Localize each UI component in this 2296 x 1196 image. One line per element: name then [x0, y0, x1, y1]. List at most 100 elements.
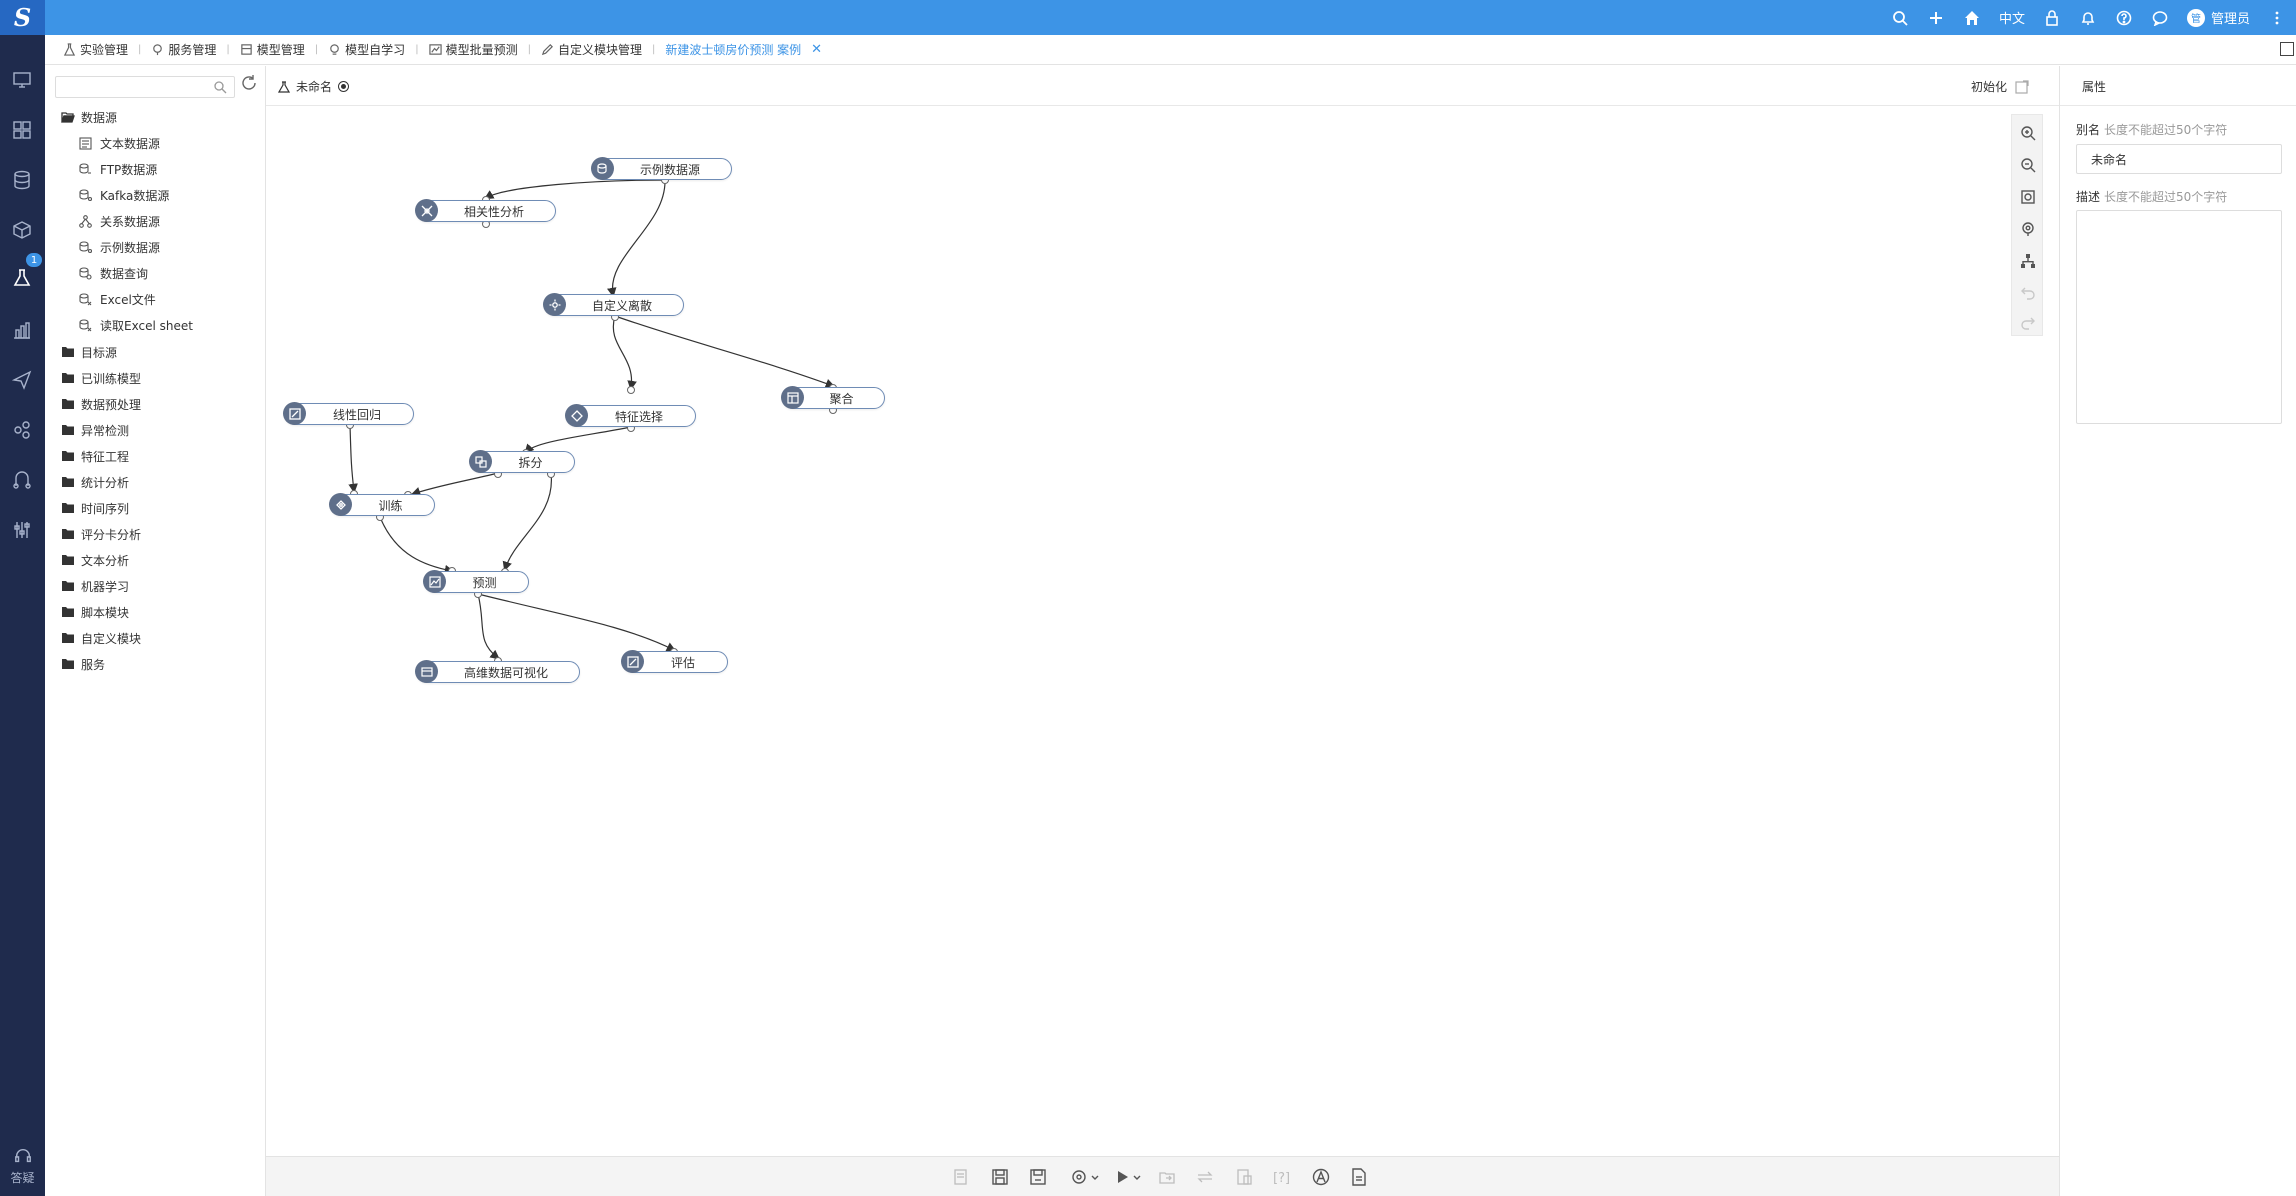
cube-icon[interactable] — [9, 217, 35, 243]
tree-item-sample-source[interactable]: 示例数据源 — [79, 236, 160, 258]
document-icon[interactable] — [1350, 1168, 1368, 1186]
tree-item-excel-file[interactable]: Excel文件 — [79, 288, 156, 310]
language-switch[interactable]: 中文 — [1999, 8, 2025, 27]
monitor-icon[interactable] — [9, 67, 35, 93]
tree-item-ftp-source[interactable]: FTP数据源 — [79, 158, 157, 180]
tab-experiment-management[interactable]: 实验管理 — [63, 41, 128, 58]
dashboard-icon[interactable] — [9, 117, 35, 143]
export-icon[interactable] — [1158, 1168, 1176, 1186]
node-sample-datasource[interactable]: 示例数据源 — [591, 157, 732, 180]
tab-custom-module-management[interactable]: 自定义模块管理 — [541, 41, 642, 58]
tab-label: 服务管理 — [168, 43, 217, 57]
tree-folder[interactable]: 特征工程 — [61, 445, 129, 467]
help-bracket-icon[interactable]: [?] — [1272, 1168, 1296, 1186]
tree-folder-label: 服务 — [81, 657, 106, 672]
node-evaluate[interactable]: 评估 — [621, 650, 728, 673]
bar-chart-icon[interactable] — [9, 317, 35, 343]
tab-model-management[interactable]: 模型管理 — [240, 41, 305, 58]
tree-folder[interactable]: 文本分析 — [61, 549, 129, 571]
node-aggregate[interactable]: 聚合 — [781, 386, 885, 409]
tools-icon[interactable] — [9, 517, 35, 543]
tree-folder[interactable]: 已训练模型 — [61, 367, 141, 389]
tab-separator: | — [314, 44, 319, 55]
node-custom-discretization[interactable]: 自定义离散 — [543, 293, 684, 316]
annotation-icon[interactable] — [1312, 1168, 1330, 1186]
tree-item-data-query[interactable]: 数据查询 — [79, 262, 148, 284]
tree-folder[interactable]: 异常检测 — [61, 419, 129, 441]
node-correlation-analysis[interactable]: 相关性分析 — [415, 199, 556, 222]
tree-search-input[interactable] — [55, 76, 235, 98]
node-predict[interactable]: 预测 — [423, 570, 529, 593]
fit-screen-icon[interactable] — [2020, 189, 2036, 205]
alias-input[interactable]: 未命名 — [2076, 144, 2282, 174]
node-high-dim-visualization[interactable]: 高维数据可视化 — [415, 660, 580, 683]
tree-folder[interactable]: 机器学习 — [61, 575, 129, 597]
node-linear-regression[interactable]: 线性回归 — [283, 402, 414, 425]
lock-icon[interactable] — [2043, 9, 2061, 27]
properties-doc-icon[interactable] — [952, 1168, 970, 1186]
diamond-icon — [565, 404, 588, 427]
chat-icon[interactable] — [2151, 9, 2169, 27]
bell-icon[interactable] — [2079, 9, 2097, 27]
node-split[interactable]: 拆分 — [469, 450, 575, 473]
tree-folder-label: 自定义模块 — [81, 631, 142, 646]
node-train[interactable]: 训练 — [329, 493, 435, 516]
tab-label: 模型批量预测 — [445, 43, 518, 57]
locate-icon[interactable] — [2020, 221, 2036, 237]
tab-label: 实验管理 — [80, 43, 129, 57]
aggregate-icon — [781, 386, 804, 409]
tab-batch-prediction[interactable]: 模型批量预测 — [428, 41, 518, 58]
redo-icon[interactable] — [2020, 315, 2036, 331]
save-icon[interactable] — [991, 1168, 1009, 1186]
add-icon[interactable] — [1927, 9, 1945, 27]
description-textarea[interactable] — [2076, 210, 2282, 424]
folder-icon — [62, 581, 74, 591]
flow-icon[interactable] — [9, 467, 35, 493]
tab-properties[interactable]: 属性 — [2060, 66, 2296, 106]
report-icon[interactable] — [1235, 1168, 1253, 1186]
tree-folder[interactable]: 统计分析 — [61, 471, 129, 493]
tree-folder[interactable]: 目标源 — [61, 341, 117, 363]
home-icon[interactable] — [1963, 9, 1981, 27]
search-icon[interactable] — [213, 80, 227, 94]
undo-icon[interactable] — [2020, 285, 2036, 301]
tab-label: 新建波士顿房价预测 案例 — [665, 43, 802, 57]
tree-folder[interactable]: 自定义模块 — [61, 627, 141, 649]
search-icon[interactable] — [1891, 9, 1909, 27]
experiment-icon[interactable] — [9, 265, 35, 291]
experiment-canvas[interactable]: 未命名 初始化 示例数据源 相关性分析 自定义离散 聚合 特征选择 线性回归 拆… — [266, 66, 2059, 1156]
maximize-icon[interactable] — [2280, 42, 2294, 56]
share-icon[interactable] — [9, 417, 35, 443]
user-menu[interactable]: 管 管理员 — [2186, 8, 2250, 27]
tab-model-self-learning[interactable]: 模型自学习 — [328, 41, 405, 58]
node-feature-selection[interactable]: 特征选择 — [565, 404, 696, 427]
tree-folder-datasource[interactable]: 数据源 — [61, 106, 117, 128]
tab-service-management[interactable]: 服务管理 — [151, 41, 216, 58]
tree-item-relational-source[interactable]: 关系数据源 — [79, 210, 160, 232]
run-dropdown[interactable] — [1114, 1168, 1144, 1186]
settings-dropdown[interactable] — [1070, 1168, 1100, 1186]
database-icon[interactable] — [9, 167, 35, 193]
tree-item-kafka-source[interactable]: Kafka数据源 — [79, 184, 169, 206]
tree-item-text-source[interactable]: 文本数据源 — [79, 132, 160, 154]
auto-layout-icon[interactable] — [2020, 253, 2036, 269]
tree-folder[interactable]: 数据预处理 — [61, 393, 141, 415]
tree-item-excel-sheet[interactable]: 读取Excel sheet — [79, 314, 193, 336]
app-logo[interactable]: S — [0, 0, 45, 35]
more-vertical-icon[interactable] — [2268, 9, 2286, 27]
help-icon[interactable] — [2115, 9, 2133, 27]
tree-folder[interactable]: 服务 — [61, 653, 105, 675]
send-icon[interactable] — [9, 367, 35, 393]
close-tab-icon[interactable]: ✕ — [811, 42, 822, 57]
tree-folder[interactable]: 时间序列 — [61, 497, 129, 519]
sync-icon[interactable] — [1196, 1168, 1214, 1186]
tab-new-experiment[interactable]: 新建波士顿房价预测 案例 — [665, 41, 801, 58]
zoom-out-icon[interactable] — [2020, 157, 2036, 173]
help-center[interactable]: 答疑 — [0, 1147, 45, 1186]
flask-icon — [63, 43, 76, 56]
zoom-in-icon[interactable] — [2020, 125, 2036, 141]
save-as-icon[interactable] — [1029, 1168, 1047, 1186]
refresh-icon[interactable] — [240, 74, 258, 92]
tree-folder[interactable]: 评分卡分析 — [61, 523, 141, 545]
tree-folder[interactable]: 脚本模块 — [61, 601, 129, 623]
